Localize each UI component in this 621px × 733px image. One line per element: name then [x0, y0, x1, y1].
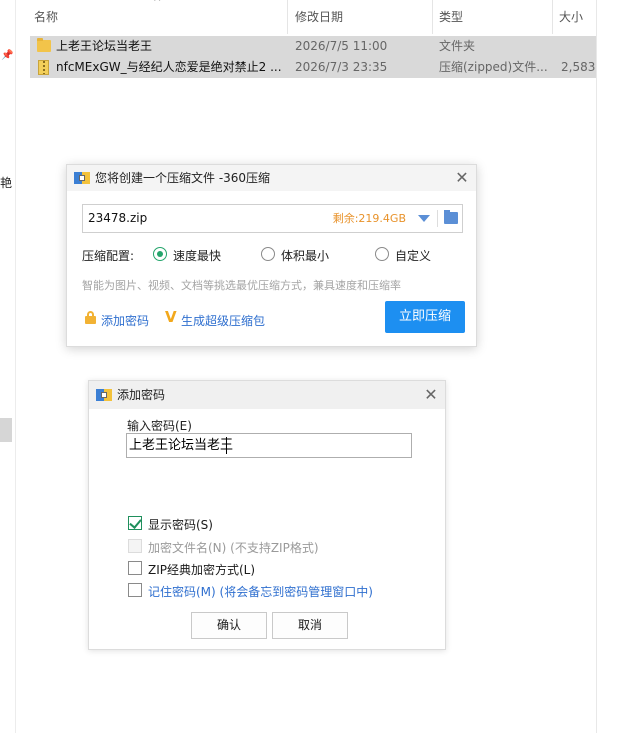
- nav-scrollbar-thumb[interactable]: [0, 418, 12, 442]
- 360-zip-app-icon: [74, 170, 90, 186]
- file-name: nfcMExGW_与经纪人恋爱是绝对禁止2 ...: [56, 60, 282, 74]
- 360-zip-app-icon: [96, 387, 112, 403]
- encrypt-filenames-label: 加密文件名(N) (不支持ZIP格式): [148, 541, 319, 555]
- zip-classic-encryption-checkbox[interactable]: [128, 561, 142, 575]
- dialog-title-bar[interactable]: 您将创建一个压缩文件 -360压缩 ✕: [67, 165, 476, 191]
- file-type: 压缩(zipped)文件...: [439, 60, 548, 74]
- sort-ascending-icon: ^: [153, 0, 162, 8]
- lock-icon: [84, 311, 97, 324]
- radio-fastest[interactable]: [153, 247, 167, 261]
- compress-hint-text: 智能为图片、视频、文档等挑选最优压缩方式，兼具速度和压缩率: [82, 279, 401, 292]
- add-password-link[interactable]: 添加密码: [101, 312, 149, 329]
- column-header-modified[interactable]: 修改日期: [295, 0, 343, 34]
- folder-icon: [37, 38, 51, 52]
- text-caret: [226, 437, 227, 454]
- add-password-dialog: 添加密码 ✕ 输入密码(E) 上老王论坛当老王 显示密码(S) 加密文件名(N)…: [88, 380, 446, 650]
- file-row[interactable]: nfcMExGW_与经纪人恋爱是绝对禁止2 ... 2026/7/3 23:35…: [30, 57, 596, 78]
- remember-password-label[interactable]: 记住密码(M) (将会备忘到密码管理窗口中): [148, 583, 373, 600]
- dialog-title: 您将创建一个压缩文件 -360压缩: [95, 171, 271, 185]
- encrypt-filenames-checkbox: [128, 539, 142, 553]
- file-type: 文件夹: [439, 39, 476, 53]
- vip-v-icon: V: [165, 308, 177, 326]
- radio-smallest-label[interactable]: 体积最小: [281, 247, 329, 264]
- remember-password-checkbox[interactable]: [128, 583, 142, 597]
- zip-file-icon: [38, 60, 49, 75]
- compress-config-label: 压缩配置:: [82, 249, 135, 263]
- archive-path-value[interactable]: 23478.zip: [88, 205, 147, 232]
- cancel-button[interactable]: 取消: [272, 612, 348, 639]
- browse-folder-icon[interactable]: [444, 210, 458, 224]
- file-modified: 2026/7/5 11:00: [295, 39, 388, 53]
- divider: [437, 210, 438, 227]
- column-divider[interactable]: [287, 0, 288, 34]
- dropdown-arrow-icon[interactable]: [418, 215, 430, 222]
- nav-item-partial-label[interactable]: 艳: [0, 174, 12, 191]
- column-divider[interactable]: [552, 0, 553, 34]
- password-input-value[interactable]: 上老王论坛当老王: [129, 434, 233, 457]
- radio-custom[interactable]: [375, 247, 389, 261]
- column-header-name[interactable]: 名称: [34, 0, 58, 34]
- compress-now-button[interactable]: 立即压缩: [385, 301, 465, 333]
- zip-classic-encryption-label[interactable]: ZIP经典加密方式(L): [148, 561, 255, 578]
- close-icon[interactable]: ✕: [421, 385, 441, 405]
- radio-custom-label[interactable]: 自定义: [395, 247, 431, 264]
- file-name: 上老王论坛当老王: [56, 39, 153, 53]
- column-divider[interactable]: [432, 0, 433, 34]
- column-header-size[interactable]: 大小: [559, 0, 583, 34]
- free-space-label: 剩余:219.4GB: [332, 212, 406, 225]
- pin-icon[interactable]: 📌: [1, 50, 13, 61]
- super-package-link[interactable]: 生成超级压缩包: [181, 312, 265, 329]
- column-header-type[interactable]: 类型: [439, 0, 463, 34]
- navigation-pane: 📌 艳: [0, 0, 16, 733]
- show-password-label[interactable]: 显示密码(S): [148, 516, 213, 533]
- radio-fastest-label[interactable]: 速度最快: [173, 247, 221, 264]
- compress-dialog: 您将创建一个压缩文件 -360压缩 ✕ 23478.zip 剩余:219.4GB…: [66, 164, 477, 347]
- archive-path-input[interactable]: 23478.zip 剩余:219.4GB: [82, 204, 463, 233]
- window-divider: [596, 0, 597, 733]
- radio-smallest[interactable]: [261, 247, 275, 261]
- file-modified: 2026/7/3 23:35: [295, 60, 388, 74]
- dialog-title: 添加密码: [117, 388, 166, 402]
- close-icon[interactable]: ✕: [452, 168, 472, 188]
- show-password-checkbox[interactable]: [128, 516, 142, 530]
- password-input-label: 输入密码(E): [127, 419, 192, 433]
- confirm-button[interactable]: 确认: [191, 612, 267, 639]
- password-input[interactable]: 上老王论坛当老王: [126, 433, 412, 458]
- file-size: 2,583,: [561, 60, 596, 74]
- file-row[interactable]: 上老王论坛当老王 2026/7/5 11:00 文件夹: [30, 36, 596, 57]
- dialog-title-bar[interactable]: 添加密码 ✕: [89, 381, 445, 409]
